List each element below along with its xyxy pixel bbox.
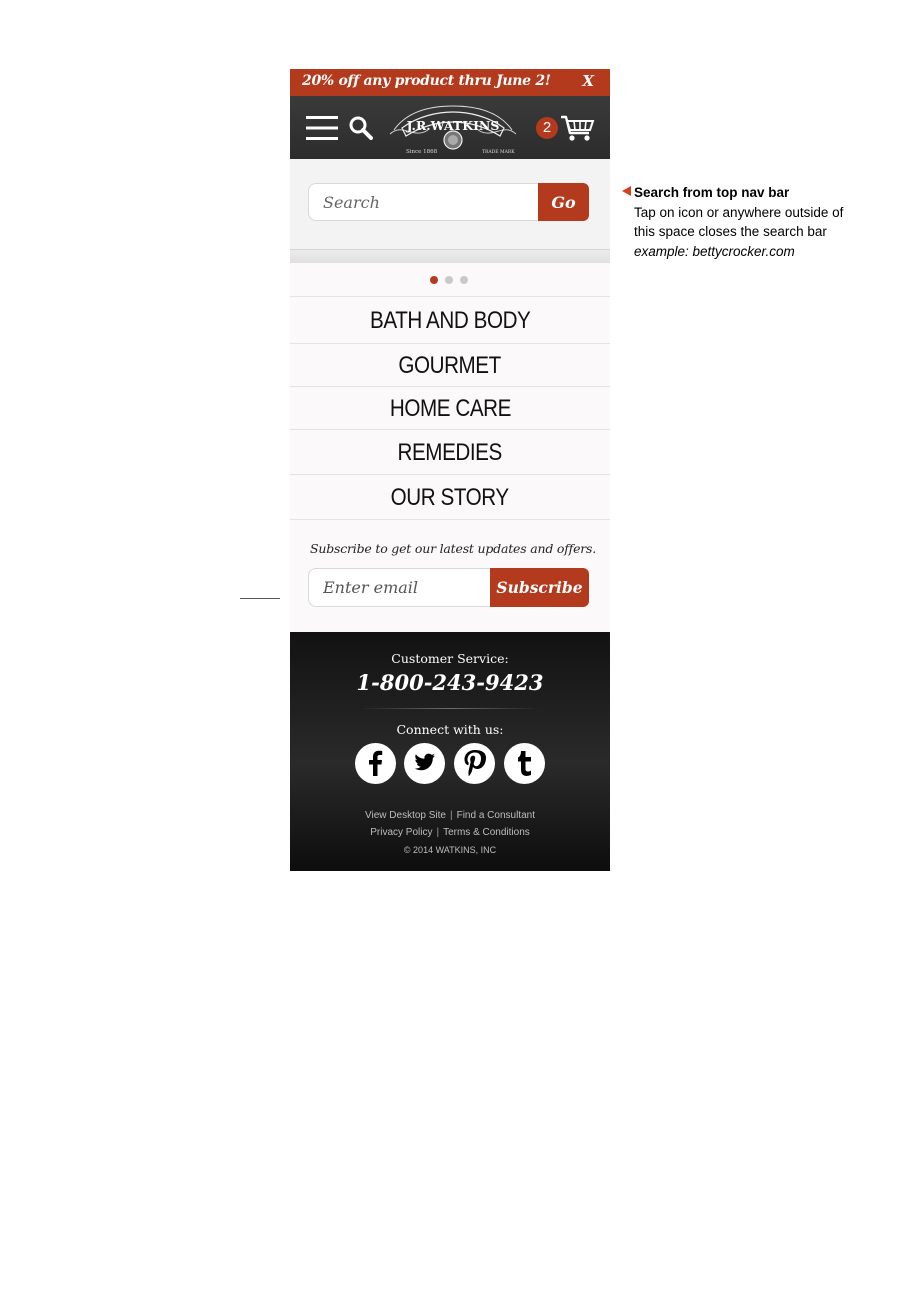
footer-links-row-2: Privacy Policy | Terms & Conditions [290,827,610,838]
promo-close-button[interactable]: X [582,72,594,90]
tumblr-icon[interactable] [504,743,545,784]
annotation-note: Search from top nav bar Tap on icon or a… [634,183,894,261]
category-home-care[interactable]: HOME CARE [290,387,610,430]
copyright: © 2014 WATKINS, INC [403,845,497,855]
annotation-example: example: bettycrocker.com [634,243,795,259]
hamburger-menu-icon[interactable] [306,115,338,141]
subscribe-button[interactable]: Subscribe [490,568,589,607]
footer-divider [360,708,540,709]
carousel-pagination [290,262,610,297]
facebook-icon[interactable] [355,743,396,784]
annotation-line-2: this space closes the search bar [634,224,827,239]
carousel-dot-1[interactable] [430,276,438,284]
category-gourmet[interactable]: GOURMET [290,344,610,387]
guide-line [240,598,280,599]
annotation-title: Search from top nav bar [634,185,790,200]
category-remedies[interactable]: REMEDIES [290,430,610,475]
annotation-line-1: Tap on icon or anywhere outside of [634,204,844,220]
email-input[interactable] [308,568,491,607]
promo-text: 20% off any product thru June 2! [302,73,551,89]
view-desktop-site-link[interactable]: View Desktop Site [365,810,446,821]
annotation-arrow-icon [622,186,631,196]
privacy-policy-link[interactable]: Privacy Policy [370,827,432,838]
subscribe-text: Subscribe to get our latest updates and … [310,541,597,556]
link-separator: | [449,810,453,821]
top-nav-bar: J.R.WATKINS Since 1868 TRADE MARK 2 [290,96,610,187]
link-separator: | [436,827,440,838]
customer-service-phone[interactable]: 1-800-243-9423 [290,670,610,695]
hero-image-strip [290,249,610,263]
twitter-icon[interactable] [404,743,445,784]
promo-banner: 20% off any product thru June 2! X [290,69,610,96]
pinterest-icon[interactable] [454,743,495,784]
search-panel: Go [290,159,610,249]
category-bath-and-body[interactable]: BATH AND BODY [290,297,610,344]
terms-conditions-link[interactable]: Terms & Conditions [443,827,530,838]
search-icon[interactable] [348,115,374,141]
customer-service-label: Customer Service: [391,651,509,666]
find-consultant-link[interactable]: Find a Consultant [457,810,535,821]
carousel-dot-3[interactable] [460,276,468,284]
connect-label: Connect with us: [396,722,504,737]
shopping-cart-icon[interactable] [560,113,596,143]
svg-text:Since 1868: Since 1868 [406,149,438,155]
category-our-story[interactable]: OUR STORY [290,475,610,520]
search-input[interactable] [308,183,539,221]
footer: Customer Service: 1-800-243-9423 Connect… [290,632,610,871]
watkins-logo[interactable]: J.R.WATKINS Since 1868 TRADE MARK [388,100,518,156]
svg-text:TRADE MARK: TRADE MARK [482,149,515,155]
mobile-screen: 20% off any product thru June 2! X J.R.W [290,69,610,871]
cart-count-badge: 2 [536,117,558,139]
go-button[interactable]: Go [538,183,589,221]
footer-links-row-1: View Desktop Site | Find a Consultant [290,810,610,821]
carousel-dot-2[interactable] [445,276,453,284]
